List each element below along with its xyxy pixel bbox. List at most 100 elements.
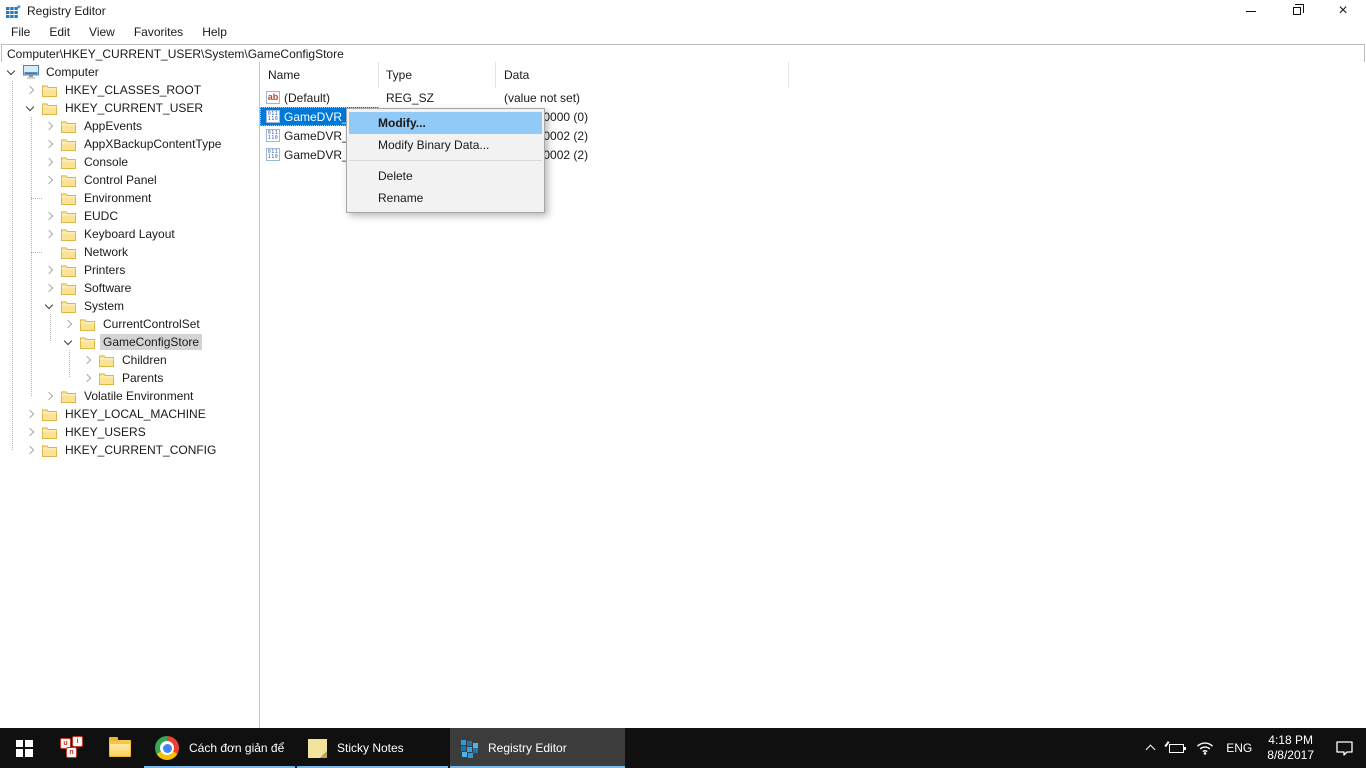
battery-status-button[interactable]	[1160, 728, 1190, 768]
chevron-right-icon[interactable]	[23, 411, 37, 417]
tree-item-hkey-classes-root[interactable]: HKEY_CLASSES_ROOT	[0, 81, 259, 99]
tree-item-children[interactable]: Children	[0, 351, 259, 369]
tree-item-hkey-current-user[interactable]: HKEY_CURRENT_USER	[0, 99, 259, 117]
context-menu-item-modify-binary-data[interactable]: Modify Binary Data...	[349, 134, 542, 156]
column-header-name[interactable]: Name	[260, 62, 379, 88]
menu-view[interactable]: View	[80, 23, 125, 42]
chevron-right-icon[interactable]	[42, 123, 56, 129]
taskbar-button-label: Sticky Notes	[337, 741, 404, 755]
tree-item-environment[interactable]: Environment	[0, 189, 259, 207]
tree-item-hkey-current-config[interactable]: HKEY_CURRENT_CONFIG	[0, 441, 259, 459]
pinned-app-unikey[interactable]: uin	[48, 728, 96, 768]
pinned-app-file-explorer[interactable]	[96, 728, 144, 768]
registry-value-row[interactable]: ab(Default)REG_SZ(value not set)	[260, 88, 1366, 107]
folder-icon	[61, 246, 77, 259]
menu-edit[interactable]: Edit	[40, 23, 80, 42]
folder-icon	[61, 390, 77, 403]
pinned-apps: uin	[48, 728, 144, 768]
chevron-right-icon[interactable]	[42, 177, 56, 183]
chevron-right-icon[interactable]	[42, 267, 56, 273]
tree-item-appxbackupcontenttype[interactable]: AppXBackupContentType	[0, 135, 259, 153]
taskbar-button-registry-editor[interactable]: Registry Editor	[450, 728, 625, 768]
chevron-right-icon[interactable]	[80, 375, 94, 381]
dword-value-icon: 011 110	[266, 110, 280, 123]
chevron-down-icon[interactable]	[42, 305, 56, 308]
registry-editor-window: Registry Editor × FileEditViewFavoritesH…	[0, 0, 1366, 63]
tree-item-printers[interactable]: Printers	[0, 261, 259, 279]
action-center-button[interactable]	[1323, 728, 1366, 768]
chevron-right-icon[interactable]	[42, 285, 56, 291]
chevron-right-icon[interactable]	[42, 231, 56, 237]
menu-favorites[interactable]: Favorites	[125, 23, 193, 42]
tree-item-computer[interactable]: Computer	[0, 63, 259, 81]
tree-item-eudc[interactable]: EUDC	[0, 207, 259, 225]
context-menu-item-modify[interactable]: Modify...	[349, 112, 542, 134]
chevron-right-icon[interactable]	[80, 357, 94, 363]
value-type: REG_SZ	[379, 88, 496, 107]
chevron-down-icon[interactable]	[23, 107, 37, 110]
tree-item-label: Keyboard Layout	[81, 226, 178, 242]
network-status-button[interactable]	[1190, 728, 1220, 768]
unikey-icon: uin	[59, 736, 85, 760]
column-header-data[interactable]: Data	[496, 62, 789, 88]
context-menu-item-delete[interactable]: Delete	[349, 165, 542, 187]
chevron-right-icon[interactable]	[42, 141, 56, 147]
tree-item-label: EUDC	[81, 208, 121, 224]
folder-icon	[42, 84, 58, 97]
list-header: NameTypeData	[260, 62, 1366, 88]
value-name: GameDVR_	[284, 148, 349, 162]
chevron-down-icon[interactable]	[61, 341, 75, 344]
tree-item-volatile-environment[interactable]: Volatile Environment	[0, 387, 259, 405]
tree-item-system[interactable]: System	[0, 297, 259, 315]
tray-overflow-button[interactable]	[1141, 728, 1160, 768]
folder-icon	[80, 318, 96, 331]
column-header-type[interactable]: Type	[379, 62, 496, 88]
close-button[interactable]: ×	[1320, 0, 1366, 22]
tree-item-label: HKEY_USERS	[62, 424, 149, 440]
tree-item-appevents[interactable]: AppEvents	[0, 117, 259, 135]
tree-item-network[interactable]: Network	[0, 243, 259, 261]
folder-icon	[61, 120, 77, 133]
clock-date: 8/8/2017	[1267, 748, 1314, 763]
language-indicator[interactable]: ENG	[1220, 728, 1258, 768]
clock[interactable]: 4:18 PM 8/8/2017	[1258, 728, 1323, 768]
tree-item-console[interactable]: Console	[0, 153, 259, 171]
start-button[interactable]	[0, 728, 48, 768]
chevron-right-icon[interactable]	[23, 87, 37, 93]
tree-item-currentcontrolset[interactable]: CurrentControlSet	[0, 315, 259, 333]
tree-item-parents[interactable]: Parents	[0, 369, 259, 387]
menu-file[interactable]: File	[2, 23, 40, 42]
chevron-right-icon[interactable]	[42, 393, 56, 399]
window-title: Registry Editor	[27, 4, 106, 18]
context-menu-item-rename[interactable]: Rename	[349, 187, 542, 209]
clock-time: 4:18 PM	[1267, 733, 1314, 748]
chevron-right-icon[interactable]	[23, 429, 37, 435]
chevron-right-icon[interactable]	[23, 447, 37, 453]
registry-tree-pane: ComputerHKEY_CLASSES_ROOTHKEY_CURRENT_US…	[0, 62, 260, 728]
chevron-right-icon[interactable]	[42, 159, 56, 165]
tree-item-hkey-users[interactable]: HKEY_USERS	[0, 423, 259, 441]
tree-item-hkey-local-machine[interactable]: HKEY_LOCAL_MACHINE	[0, 405, 259, 423]
tree-item-label: AppXBackupContentType	[81, 136, 224, 152]
chevron-right-icon[interactable]	[42, 213, 56, 219]
value-name: GameDVR_	[284, 129, 349, 143]
minimize-button[interactable]	[1228, 0, 1274, 22]
address-bar[interactable]: Computer\HKEY_CURRENT_USER\System\GameCo…	[1, 44, 1365, 63]
folder-icon	[61, 192, 77, 205]
chevron-right-icon[interactable]	[61, 321, 75, 327]
menu-help[interactable]: Help	[193, 23, 237, 42]
restore-button[interactable]	[1274, 0, 1320, 22]
tree-item-label: Console	[81, 154, 131, 170]
taskbar-button-c-ch-n-gi-n-g[interactable]: Cách đơn giản để g...	[144, 728, 295, 768]
value-name-cell: ab(Default)	[260, 88, 379, 107]
chevron-down-icon[interactable]	[4, 71, 18, 74]
value-data: (value not set)	[496, 88, 580, 107]
tree-item-label: HKEY_CURRENT_USER	[62, 100, 206, 116]
dword-value-icon: 011 110	[266, 129, 280, 142]
close-icon: ×	[1338, 6, 1347, 16]
tree-item-software[interactable]: Software	[0, 279, 259, 297]
tree-item-gameconfigstore[interactable]: GameConfigStore	[0, 333, 259, 351]
tree-item-keyboard-layout[interactable]: Keyboard Layout	[0, 225, 259, 243]
tree-item-control-panel[interactable]: Control Panel	[0, 171, 259, 189]
taskbar-button-sticky-notes[interactable]: Sticky Notes	[297, 728, 448, 768]
